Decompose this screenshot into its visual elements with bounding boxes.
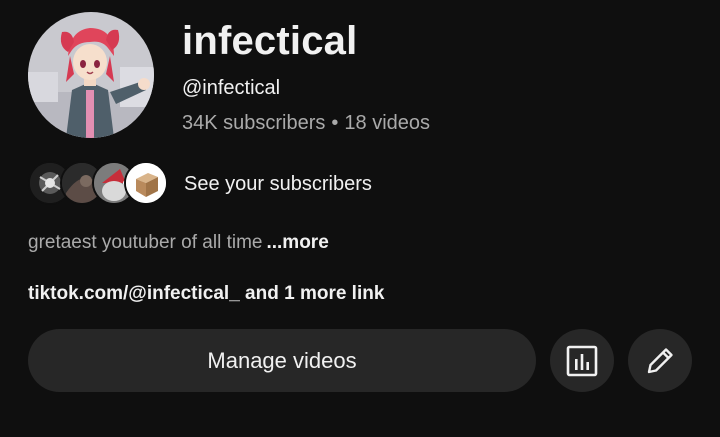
- channel-links[interactable]: tiktok.com/@infectical_ and 1 more link: [28, 282, 384, 306]
- subscriber-avatar-4-icon: [124, 161, 168, 205]
- channel-avatar[interactable]: [28, 12, 154, 138]
- subscriber-avatars[interactable]: [28, 161, 170, 205]
- channel-description[interactable]: gretaest youtuber of all time ...more: [28, 231, 329, 255]
- edit-channel-button[interactable]: [628, 329, 692, 392]
- channel-handle: @infectical: [182, 77, 281, 99]
- channel-stats: 34K subscribers • 18 videos: [182, 111, 430, 135]
- subscriber-count: 34K subscribers: [182, 112, 326, 134]
- video-count: 18 videos: [344, 112, 431, 134]
- pencil-icon: [647, 347, 673, 373]
- description-more-link[interactable]: ...more: [266, 232, 328, 253]
- manage-videos-button[interactable]: Manage videos: [28, 329, 536, 392]
- channel-name: infectical: [182, 19, 358, 63]
- description-text: gretaest youtuber of all time: [28, 232, 263, 253]
- stats-separator: •: [331, 112, 339, 134]
- analytics-icon: [566, 345, 598, 376]
- see-subscribers-link[interactable]: See your subscribers: [184, 172, 372, 196]
- analytics-button[interactable]: [550, 329, 614, 392]
- anime-character-avatar-icon: [28, 12, 154, 138]
